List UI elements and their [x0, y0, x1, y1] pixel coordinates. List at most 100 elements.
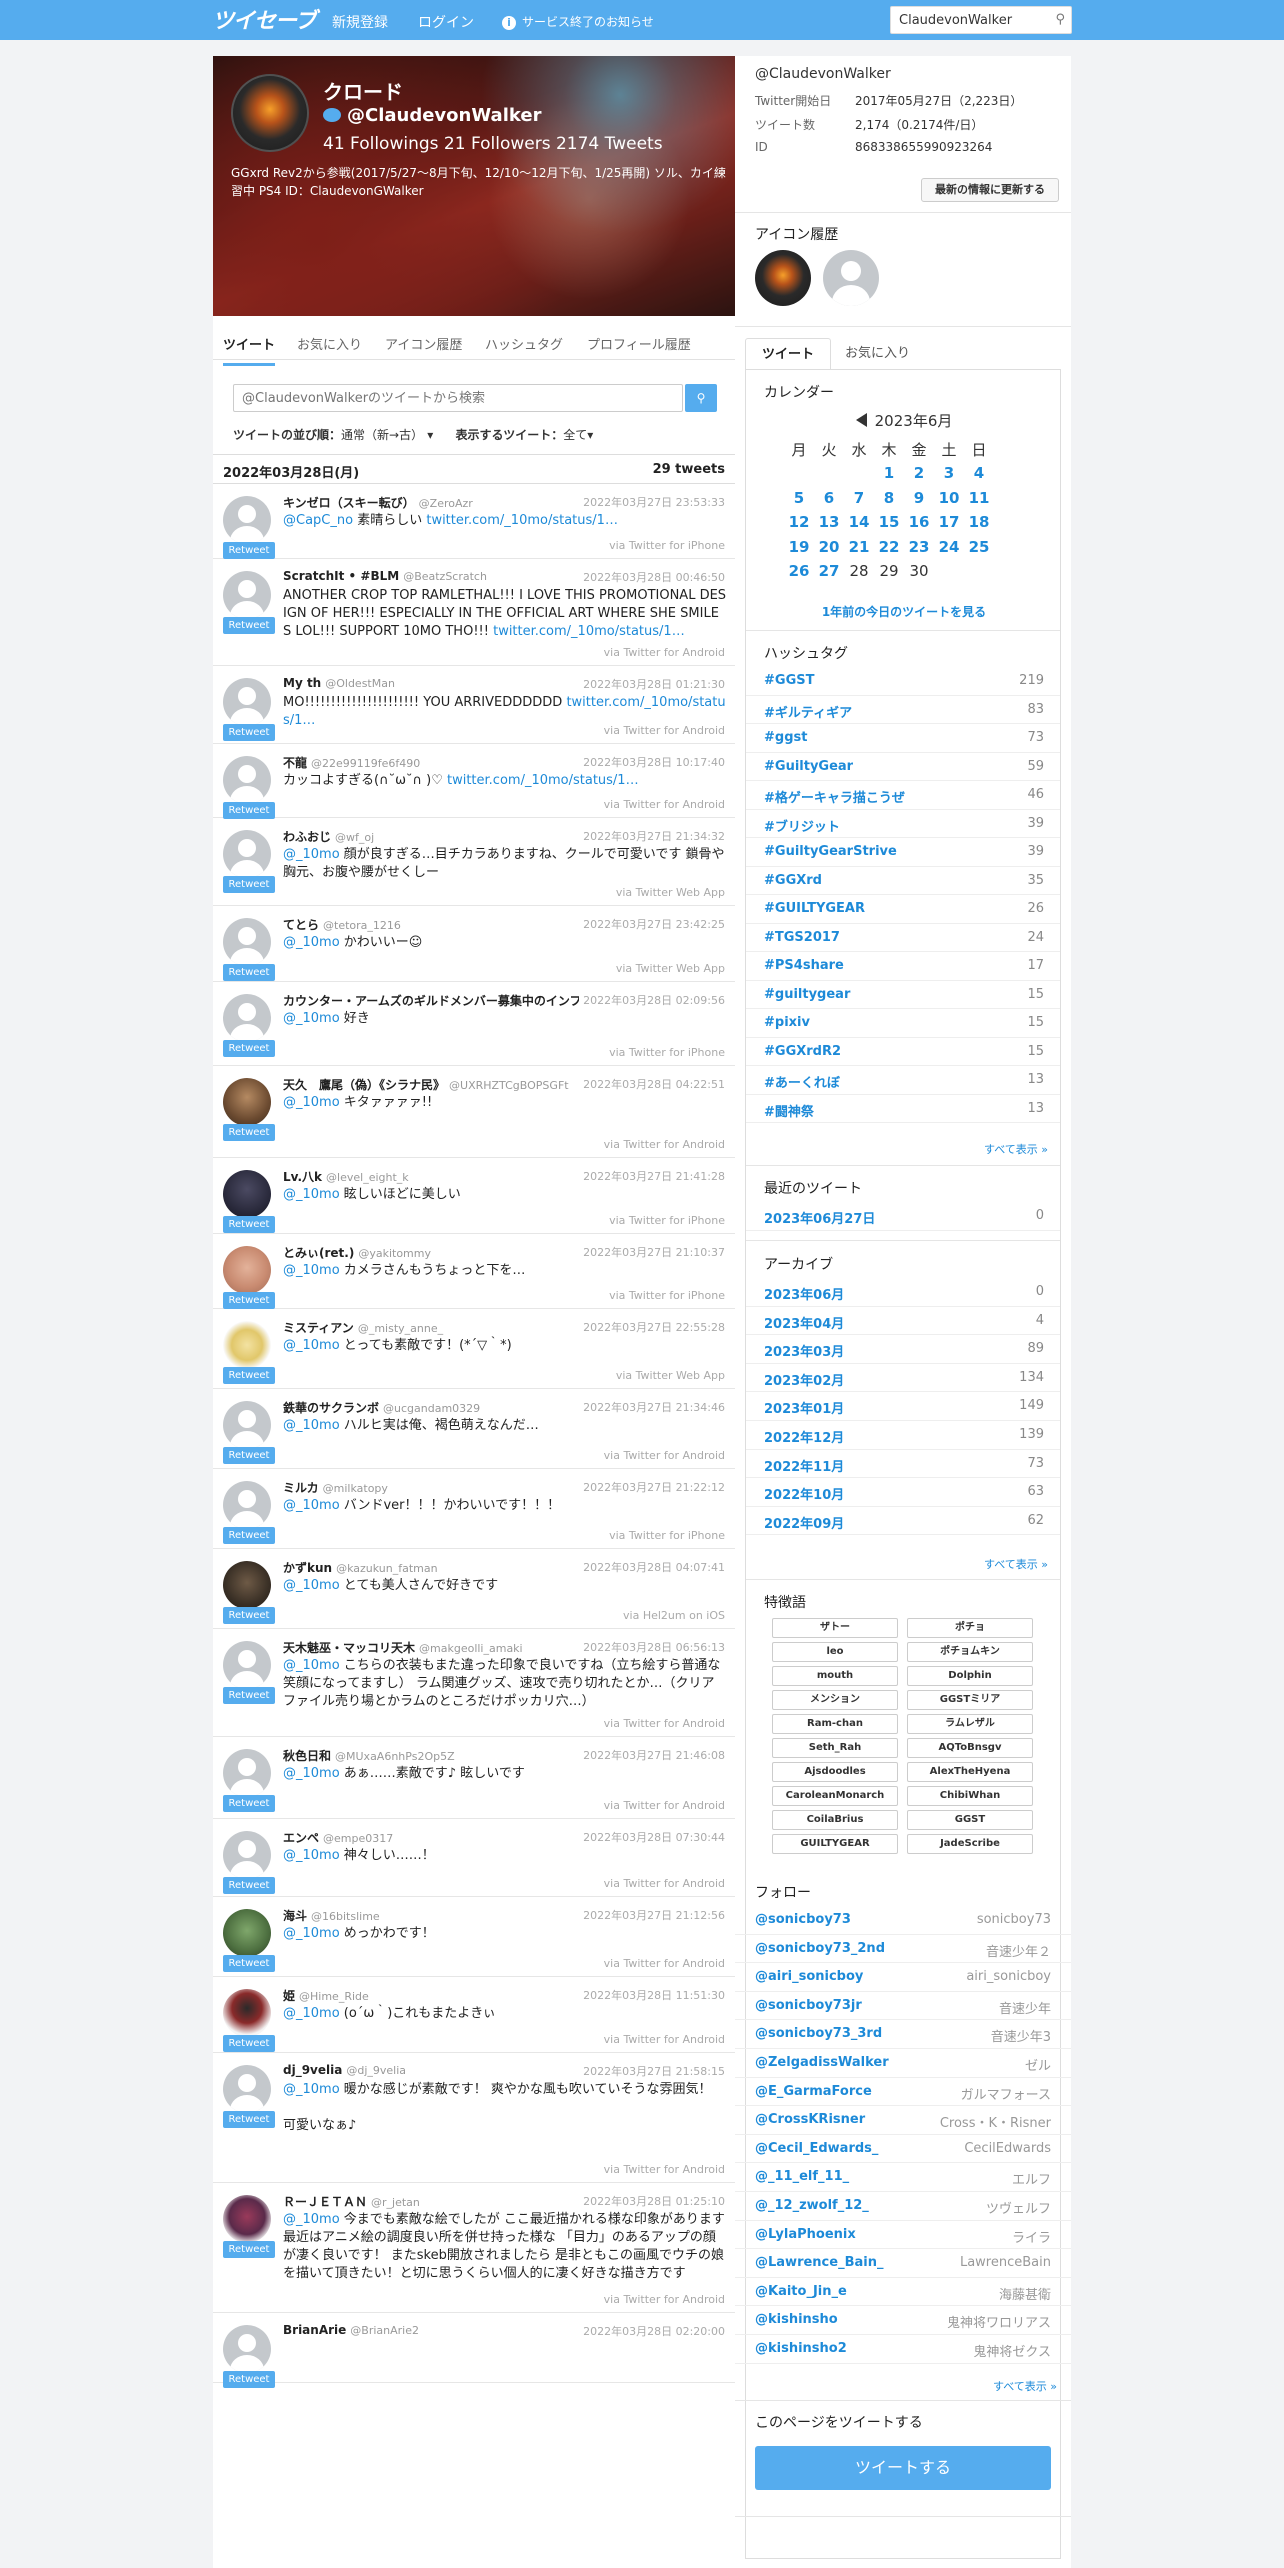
sidebar-tab-favorites[interactable]: お気に入り [829, 338, 926, 370]
tweet-author-name[interactable]: わふおじ [283, 830, 331, 844]
tweet-mention-link[interactable]: @_10mo [283, 1187, 340, 1202]
sidebar-tab-tweets[interactable]: ツイート [745, 338, 832, 370]
tweet-author-handle[interactable]: @MUxaA6nhPs2Op5Z [335, 1750, 455, 1763]
tweet-author-handle[interactable]: @BrianArie2 [350, 2324, 419, 2337]
tweet-avatar[interactable] [223, 1749, 271, 1797]
login-link[interactable]: ログイン [418, 12, 474, 32]
register-link[interactable]: 新規登録 [332, 12, 388, 32]
tweet-search-input[interactable] [234, 385, 682, 411]
tweet-url-link[interactable]: twitter.com/_10mo/status/1… [447, 773, 639, 788]
archive-item[interactable]: 2023年06月 0 [746, 1278, 1060, 1307]
tweet-author-handle[interactable]: @r_jetan [371, 2196, 420, 2209]
calendar-day[interactable]: 11 [964, 489, 994, 507]
tweet-author-handle[interactable]: @tetora_1216 [323, 919, 401, 932]
archive-item[interactable]: 2023年04月 4 [746, 1307, 1060, 1336]
calendar-day[interactable]: 20 [814, 538, 844, 556]
tweet-avatar[interactable] [223, 1909, 271, 1957]
calendar-day[interactable]: 22 [874, 538, 904, 556]
calendar-day[interactable]: 13 [814, 513, 844, 531]
tweet-timestamp[interactable]: 2022年03月27日 21:12:56 [579, 1907, 725, 1923]
tab-hashtags[interactable]: ハッシュタグ [485, 334, 563, 353]
tweet-author-handle[interactable]: @22e99119fe6f490 [311, 757, 420, 770]
calendar-day[interactable]: 9 [904, 489, 934, 507]
tweet-timestamp[interactable]: 2022年03月27日 21:34:46 [579, 1399, 725, 1415]
hashtag-item[interactable]: #GGST 219 [746, 667, 1060, 696]
tweet-avatar[interactable] [223, 571, 271, 619]
tweet-avatar[interactable] [223, 1561, 271, 1609]
hashtag-item[interactable]: #格ゲーキャラ描こうぜ 46 [746, 781, 1060, 810]
calendar-day[interactable]: 3 [934, 464, 964, 482]
tweet-mention-link[interactable]: @_10mo [283, 2082, 340, 2097]
calendar-day[interactable]: 18 [964, 513, 994, 531]
tweet-author-handle[interactable]: @yakitommy [358, 1247, 431, 1260]
calendar-day[interactable]: 16 [904, 513, 934, 531]
keyword-tag[interactable]: Ram-chan [772, 1714, 898, 1734]
tweet-timestamp[interactable]: 2022年03月27日 21:22:12 [579, 1479, 725, 1495]
calendar-day[interactable]: 19 [784, 538, 814, 556]
hashtag-item[interactable]: #GGXrdR2 15 [746, 1038, 1060, 1066]
archive-item[interactable]: 2022年10月 63 [746, 1478, 1060, 1507]
follow-more-link[interactable]: すべて表示 » [993, 2378, 1057, 2394]
update-info-button[interactable]: 最新の情報に更新する [921, 178, 1059, 202]
tweet-avatar[interactable] [223, 2325, 271, 2373]
tweet-author-name[interactable]: とみぃ(ret.) [283, 1246, 354, 1260]
keyword-tag[interactable]: ChibiWhan [907, 1786, 1033, 1806]
hashtag-item[interactable]: #GuiltyGearStrive 39 [746, 838, 1060, 867]
tweet-author-handle[interactable]: @16bitslime [311, 1910, 380, 1923]
follow-item[interactable]: @_12_zwolf_12_ ツヴェルフ [735, 2192, 1071, 2221]
calendar-day[interactable]: 24 [934, 538, 964, 556]
calendar-day[interactable]: 10 [934, 489, 964, 507]
hashtag-item[interactable]: #PS4share 17 [746, 952, 1060, 981]
calendar-day[interactable]: 15 [874, 513, 904, 531]
archive-item[interactable]: 2022年09月 62 [746, 1507, 1060, 1536]
tweet-mention-link[interactable]: @_10mo [283, 1658, 340, 1673]
recent-item[interactable]: 2023年06月27日 0 [746, 1202, 1060, 1231]
site-search-input[interactable] [891, 7, 1041, 33]
follow-item[interactable]: @sonicboy73_2nd 音速少年２ [735, 1935, 1071, 1964]
keyword-tag[interactable]: AlexTheHyena [907, 1762, 1033, 1782]
tweet-timestamp[interactable]: 2022年03月27日 21:46:08 [579, 1747, 725, 1763]
tweet-author-handle[interactable]: @dj_9velia [346, 2064, 406, 2077]
follow-item[interactable]: @airi_sonicboy airi_sonicboy [735, 1963, 1071, 1992]
hashtag-item[interactable]: #GUILTYGEAR 26 [746, 895, 1060, 924]
calendar-day[interactable]: 8 [874, 489, 904, 507]
keyword-tag[interactable]: ポチョムキン [907, 1642, 1033, 1662]
tweet-author-name[interactable]: エンペ [283, 1831, 319, 1845]
tweet-author-handle[interactable]: @wf_oj [335, 831, 374, 844]
keyword-tag[interactable]: Ajsdoodles [772, 1762, 898, 1782]
tweet-author-handle[interactable]: @empe0317 [323, 1832, 393, 1845]
follow-item[interactable]: @Lawrence_Bain_ LawrenceBain [735, 2249, 1071, 2278]
tweet-author-handle[interactable]: @Hime_Ride [299, 1990, 369, 2003]
follow-item[interactable]: @_11_elf_11_ エルフ [735, 2163, 1071, 2192]
keyword-tag[interactable]: CoilaBrius [772, 1810, 898, 1830]
tweet-avatar[interactable] [223, 1170, 271, 1218]
tweet-author-name[interactable]: ミスティアン [283, 1321, 354, 1335]
tweet-author-handle[interactable]: @milkatopy [323, 1482, 388, 1495]
keyword-tag[interactable]: CaroleanMonarch [772, 1786, 898, 1806]
tweet-author-name[interactable]: ミルカ [283, 1481, 319, 1495]
tab-favorites[interactable]: お気に入り [297, 334, 362, 353]
prev-month-icon[interactable] [855, 413, 867, 427]
tweet-timestamp[interactable]: 2022年03月28日 02:20:00 [579, 2323, 725, 2339]
tweet-search-button[interactable]: ⚲ [685, 384, 717, 412]
tweet-timestamp[interactable]: 2022年03月28日 01:21:30 [579, 676, 725, 692]
keyword-tag[interactable]: mouth [772, 1666, 898, 1686]
tweet-author-name[interactable]: 天久 鷹尾（偽）《シラナ民》 [283, 1078, 445, 1092]
share-tweet-button[interactable]: ツイートする [755, 2446, 1051, 2490]
follow-item[interactable]: @sonicboy73 sonicboy73 [735, 1906, 1071, 1935]
tweet-author-name[interactable]: 姫 [283, 1989, 295, 2003]
sort-order-select[interactable]: ツイートの並び順：通常（新→古） ▾ [233, 428, 433, 442]
tweet-timestamp[interactable]: 2022年03月27日 21:10:37 [579, 1244, 725, 1260]
tweet-author-handle[interactable]: @ucgandam0329 [383, 1402, 480, 1415]
calendar-day[interactable]: 26 [784, 562, 814, 580]
tweet-avatar[interactable] [223, 496, 271, 544]
tweet-timestamp[interactable]: 2022年03月27日 23:53:33 [579, 494, 725, 510]
tweet-timestamp[interactable]: 2022年03月28日 04:22:51 [579, 1076, 725, 1092]
tweet-timestamp[interactable]: 2022年03月28日 11:51:30 [579, 1987, 725, 2003]
hashtag-item[interactable]: #TGS2017 24 [746, 924, 1060, 952]
keyword-tag[interactable]: メンション [772, 1690, 898, 1710]
follow-item[interactable]: @sonicboy73_3rd 音速少年3 [735, 2020, 1071, 2049]
calendar-day[interactable]: 5 [784, 489, 814, 507]
calendar-day[interactable]: 6 [814, 489, 844, 507]
tweet-mention-link[interactable]: @_10mo [283, 847, 340, 862]
